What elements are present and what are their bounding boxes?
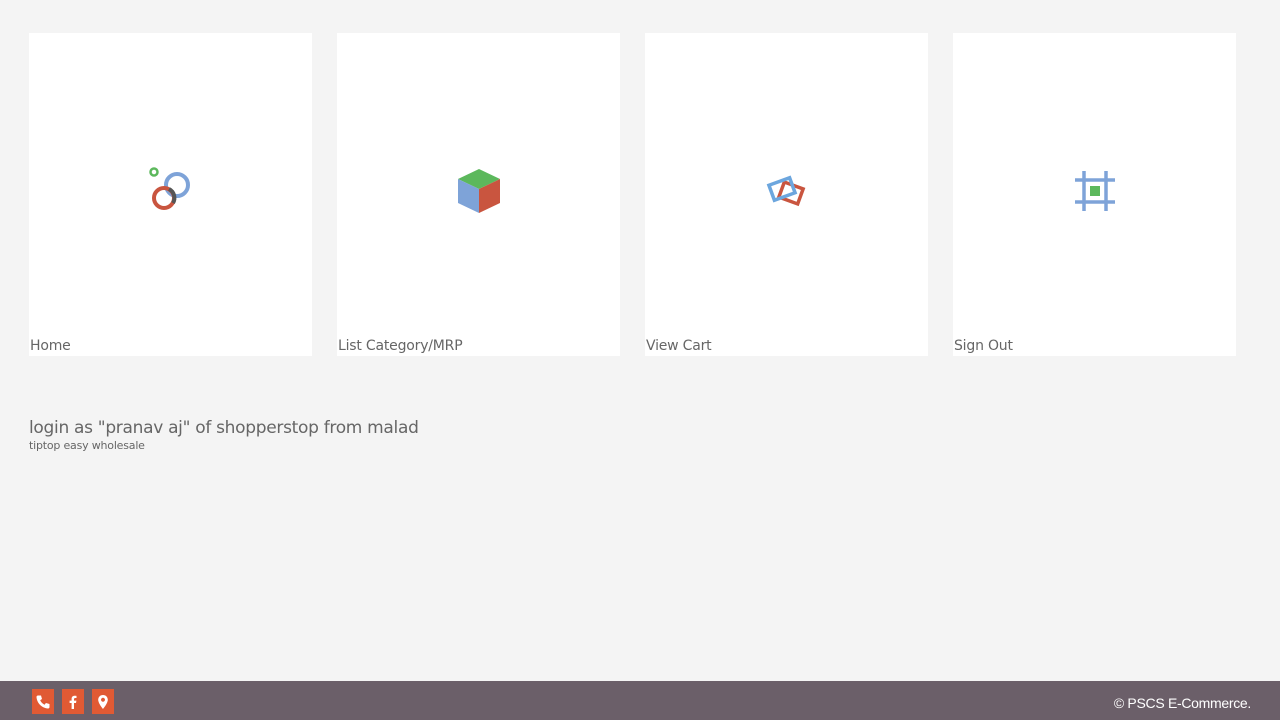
tile-view-cart[interactable]: View Cart — [645, 33, 928, 356]
social-links — [32, 689, 114, 714]
location-button[interactable] — [92, 689, 114, 714]
tile-grid: Home List Category/MRP View Cart Sign Ou… — [29, 33, 1236, 356]
tile-sign-out[interactable]: Sign Out — [953, 33, 1236, 356]
copyright-text: © PSCS E-Commerce. — [1113, 695, 1251, 711]
session-info: login as "pranav aj" of shopperstop from… — [29, 418, 419, 452]
tile-label: View Cart — [646, 338, 712, 354]
tile-list-category[interactable]: List Category/MRP — [337, 33, 620, 356]
facebook-icon — [69, 695, 77, 709]
rings-icon — [148, 167, 190, 210]
cube-icon — [457, 169, 500, 213]
overlapping-frames-icon — [766, 175, 805, 207]
footer: © PSCS E-Commerce. — [0, 681, 1280, 720]
phone-icon — [36, 695, 50, 709]
crop-frame-icon — [1074, 171, 1115, 211]
tile-label: Home — [30, 338, 71, 354]
facebook-button[interactable] — [62, 689, 84, 714]
tile-home[interactable]: Home — [29, 33, 312, 356]
location-pin-icon — [98, 694, 108, 709]
login-status-text: login as "pranav aj" of shopperstop from… — [29, 418, 419, 438]
tile-label: List Category/MRP — [338, 338, 463, 354]
phone-button[interactable] — [32, 689, 54, 714]
company-subtitle: tiptop easy wholesale — [29, 439, 145, 452]
tile-label: Sign Out — [954, 338, 1013, 354]
